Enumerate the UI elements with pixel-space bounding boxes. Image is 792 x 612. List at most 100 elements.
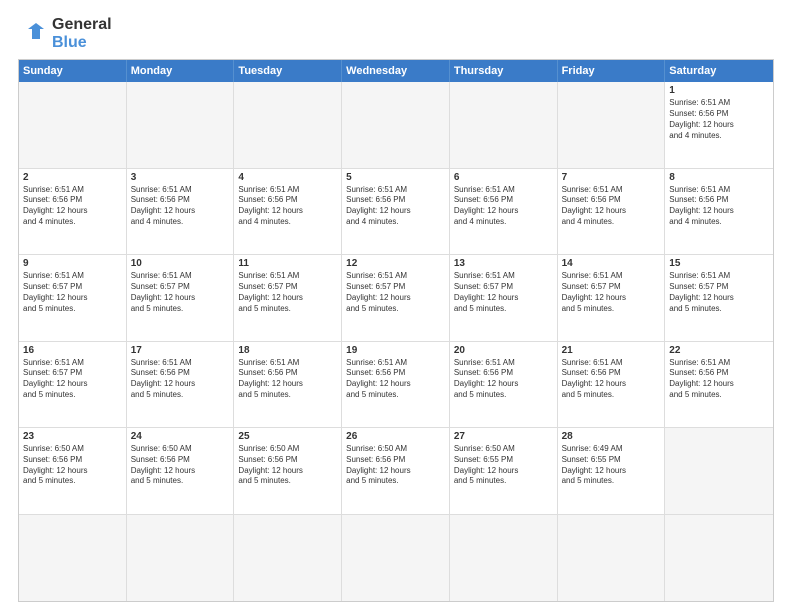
calendar-cell: 26Sunrise: 6:50 AM Sunset: 6:56 PM Dayli… bbox=[342, 428, 450, 513]
day-info: Sunrise: 6:51 AM Sunset: 6:56 PM Dayligh… bbox=[346, 185, 445, 228]
day-info: Sunrise: 6:51 AM Sunset: 6:56 PM Dayligh… bbox=[454, 185, 553, 228]
day-number: 3 bbox=[131, 172, 230, 183]
day-number: 12 bbox=[346, 258, 445, 269]
calendar-cell bbox=[558, 82, 666, 167]
day-number: 9 bbox=[23, 258, 122, 269]
day-info: Sunrise: 6:51 AM Sunset: 6:56 PM Dayligh… bbox=[669, 185, 769, 228]
day-number: 11 bbox=[238, 258, 337, 269]
calendar-cell bbox=[19, 82, 127, 167]
calendar-cell: 21 Sunrise: 6:51 AM Sunset: 6:56 PM Dayli… bbox=[558, 342, 666, 427]
day-info: Sunrise: 6:51 AM Sunset: 6:56 PM Dayligh… bbox=[23, 185, 122, 228]
calendar-cell: 11 Sunrise: 6:51 AM Sunset: 6:57 PM Dayli… bbox=[234, 255, 342, 340]
calendar-cell bbox=[558, 515, 666, 601]
day-info: Sunrise: 6:50 AM Sunset: 6:56 PM Dayligh… bbox=[238, 444, 337, 487]
calendar-cell: 13 Sunrise: 6:51 AM Sunset: 6:57 PM Dayli… bbox=[450, 255, 558, 340]
calendar-row: 23 Sunrise: 6:50 AM Sunset: 6:56 PM Dayli… bbox=[19, 428, 773, 514]
day-info: Sunrise: 6:51 AM Sunset: 6:56 PM Dayligh… bbox=[562, 185, 661, 228]
day-info: Sunrise: 6:51 AM Sunset: 6:57 PM Dayligh… bbox=[23, 271, 122, 314]
day-number: 7 bbox=[562, 172, 661, 183]
calendar-cell: 15Sunrise: 6:51 AM Sunset: 6:57 PM Dayli… bbox=[665, 255, 773, 340]
header-day-wednesday: Wednesday bbox=[342, 60, 450, 82]
calendar-cell: 12 Sunrise: 6:51 AM Sunset: 6:57 PM Dayli… bbox=[342, 255, 450, 340]
day-info: Sunrise: 6:51 AM Sunset: 6:56 PM Dayligh… bbox=[346, 358, 445, 401]
header-day-sunday: Sunday bbox=[19, 60, 127, 82]
calendar-header: SundayMondayTuesdayWednesdayThursdayFrid… bbox=[19, 60, 773, 82]
calendar-row: 9 Sunrise: 6:51 AM Sunset: 6:57 PM Daylig… bbox=[19, 255, 773, 341]
calendar-cell: 22 Sunrise: 6:51 AM Sunset: 6:56 PM Dayli… bbox=[665, 342, 773, 427]
day-number: 19 bbox=[346, 345, 445, 356]
calendar-cell bbox=[234, 82, 342, 167]
calendar-cell: 24 Sunrise: 6:50 AM Sunset: 6:56 PM Dayli… bbox=[127, 428, 235, 513]
day-number: 18 bbox=[238, 345, 337, 356]
calendar-cell: 23 Sunrise: 6:50 AM Sunset: 6:56 PM Dayli… bbox=[19, 428, 127, 513]
day-number: 22 bbox=[669, 345, 769, 356]
day-number: 5 bbox=[346, 172, 445, 183]
calendar-cell: 5 Sunrise: 6:51 AM Sunset: 6:56 PM Daylig… bbox=[342, 169, 450, 254]
day-info: Sunrise: 6:51 AM Sunset: 6:57 PM Dayligh… bbox=[562, 271, 661, 314]
header-day-saturday: Saturday bbox=[665, 60, 773, 82]
day-info: Sunrise: 6:51 AM Sunset: 6:56 PM Dayligh… bbox=[238, 358, 337, 401]
day-info: Sunrise: 6:49 AM Sunset: 6:55 PM Dayligh… bbox=[562, 444, 661, 487]
header: General Blue bbox=[18, 16, 774, 51]
day-number: 8 bbox=[669, 172, 769, 183]
header-day-thursday: Thursday bbox=[450, 60, 558, 82]
day-info: Sunrise: 6:51 AM Sunset: 6:56 PM Dayligh… bbox=[131, 358, 230, 401]
page: General Blue SundayMondayTuesdayWednesda… bbox=[0, 0, 792, 612]
day-number: 4 bbox=[238, 172, 337, 183]
day-info: Sunrise: 6:51 AM Sunset: 6:56 PM Dayligh… bbox=[454, 358, 553, 401]
calendar-row: 2 Sunrise: 6:51 AM Sunset: 6:56 PM Daylig… bbox=[19, 169, 773, 255]
header-day-tuesday: Tuesday bbox=[234, 60, 342, 82]
day-info: Sunrise: 6:51 AM Sunset: 6:57 PM Dayligh… bbox=[454, 271, 553, 314]
calendar-cell: 3 Sunrise: 6:51 AM Sunset: 6:56 PM Daylig… bbox=[127, 169, 235, 254]
calendar-cell: 17 Sunrise: 6:51 AM Sunset: 6:56 PM Dayli… bbox=[127, 342, 235, 427]
calendar-cell bbox=[342, 515, 450, 601]
day-number: 27 bbox=[454, 431, 553, 442]
day-number: 24 bbox=[131, 431, 230, 442]
day-info: Sunrise: 6:50 AM Sunset: 6:56 PM Dayligh… bbox=[346, 444, 445, 487]
calendar-cell bbox=[665, 515, 773, 601]
day-number: 23 bbox=[23, 431, 122, 442]
calendar-cell bbox=[234, 515, 342, 601]
day-number: 25 bbox=[238, 431, 337, 442]
calendar-cell bbox=[450, 82, 558, 167]
logo-text-general: General bbox=[52, 16, 112, 34]
day-number: 6 bbox=[454, 172, 553, 183]
day-info: Sunrise: 6:50 AM Sunset: 6:56 PM Dayligh… bbox=[131, 444, 230, 487]
calendar-cell: 14 Sunrise: 6:51 AM Sunset: 6:57 PM Dayli… bbox=[558, 255, 666, 340]
calendar-cell: 6 Sunrise: 6:51 AM Sunset: 6:56 PM Daylig… bbox=[450, 169, 558, 254]
day-info: Sunrise: 6:51 AM Sunset: 6:56 PM Dayligh… bbox=[131, 185, 230, 228]
day-number: 16 bbox=[23, 345, 122, 356]
calendar-cell: 7 Sunrise: 6:51 AM Sunset: 6:56 PM Daylig… bbox=[558, 169, 666, 254]
day-number: 17 bbox=[131, 345, 230, 356]
calendar-row: 16 Sunrise: 6:51 AM Sunset: 6:57 PM Dayli… bbox=[19, 342, 773, 428]
header-day-friday: Friday bbox=[558, 60, 666, 82]
calendar-cell: 10Sunrise: 6:51 AM Sunset: 6:57 PM Dayli… bbox=[127, 255, 235, 340]
calendar-row: 1Sunrise: 6:51 AM Sunset: 6:56 PM Daylig… bbox=[19, 82, 773, 168]
calendar-cell: 9 Sunrise: 6:51 AM Sunset: 6:57 PM Daylig… bbox=[19, 255, 127, 340]
calendar-cell bbox=[127, 515, 235, 601]
day-info: Sunrise: 6:51 AM Sunset: 6:56 PM Dayligh… bbox=[562, 358, 661, 401]
day-number: 2 bbox=[23, 172, 122, 183]
day-info: Sunrise: 6:51 AM Sunset: 6:57 PM Dayligh… bbox=[238, 271, 337, 314]
day-number: 20 bbox=[454, 345, 553, 356]
calendar-cell: 16 Sunrise: 6:51 AM Sunset: 6:57 PM Dayli… bbox=[19, 342, 127, 427]
day-info: Sunrise: 6:51 AM Sunset: 6:57 PM Dayligh… bbox=[346, 271, 445, 314]
logo-text-blue: Blue bbox=[52, 34, 112, 52]
calendar-cell bbox=[342, 82, 450, 167]
day-info: Sunrise: 6:50 AM Sunset: 6:56 PM Dayligh… bbox=[23, 444, 122, 487]
logo-bird-icon bbox=[18, 19, 48, 49]
calendar-row bbox=[19, 515, 773, 601]
day-info: Sunrise: 6:51 AM Sunset: 6:57 PM Dayligh… bbox=[23, 358, 122, 401]
day-info: Sunrise: 6:51 AM Sunset: 6:56 PM Dayligh… bbox=[669, 98, 769, 141]
day-info: Sunrise: 6:51 AM Sunset: 6:56 PM Dayligh… bbox=[669, 358, 769, 401]
calendar-cell: 2 Sunrise: 6:51 AM Sunset: 6:56 PM Daylig… bbox=[19, 169, 127, 254]
calendar-body: 1Sunrise: 6:51 AM Sunset: 6:56 PM Daylig… bbox=[19, 82, 773, 601]
calendar-cell: 28Sunrise: 6:49 AM Sunset: 6:55 PM Dayli… bbox=[558, 428, 666, 513]
day-number: 21 bbox=[562, 345, 661, 356]
day-number: 14 bbox=[562, 258, 661, 269]
day-number: 13 bbox=[454, 258, 553, 269]
day-number: 10 bbox=[131, 258, 230, 269]
calendar-cell: 8 Sunrise: 6:51 AM Sunset: 6:56 PM Daylig… bbox=[665, 169, 773, 254]
logo: General Blue bbox=[18, 16, 112, 51]
calendar-cell bbox=[450, 515, 558, 601]
